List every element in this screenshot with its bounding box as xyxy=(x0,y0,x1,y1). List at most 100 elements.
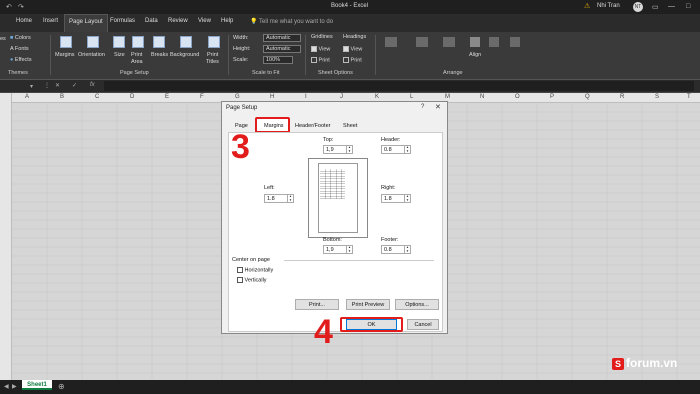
orientation-icon[interactable] xyxy=(87,36,99,48)
size-button[interactable]: Size xyxy=(114,52,125,58)
column-header[interactable]: O xyxy=(515,94,520,100)
column-header[interactable]: D xyxy=(130,94,134,100)
fonts-button[interactable]: A Fonts xyxy=(10,46,29,52)
breaks-icon[interactable] xyxy=(153,36,165,48)
ok-button[interactable]: OK xyxy=(346,319,397,330)
undo-icon[interactable]: ↶ xyxy=(6,3,12,11)
tab-formulas[interactable]: Formulas xyxy=(110,18,135,24)
tab-margins[interactable]: Margins xyxy=(255,117,290,133)
print-titles-line1[interactable]: Print xyxy=(207,52,218,58)
tab-page-layout[interactable]: Page Layout xyxy=(64,14,108,32)
column-header[interactable]: T xyxy=(687,94,691,100)
maximize-icon[interactable]: □ xyxy=(686,3,690,10)
print-preview-button[interactable]: Print Preview xyxy=(346,299,390,310)
close-icon[interactable]: ✕ xyxy=(435,103,441,111)
help-icon[interactable]: ? xyxy=(421,104,424,110)
column-header[interactable]: Q xyxy=(585,94,590,100)
colors-button[interactable]: ■ Colors xyxy=(10,35,31,41)
column-header[interactable]: A xyxy=(25,94,29,100)
scroll-left-icon[interactable]: ◀ xyxy=(4,383,9,390)
tell-me-search[interactable]: 💡 Tell me what you want to do xyxy=(250,18,333,25)
width-select[interactable]: Automatic xyxy=(263,34,301,42)
align-button[interactable]: Align xyxy=(469,52,481,58)
column-header[interactable]: P xyxy=(550,94,554,100)
column-header[interactable]: H xyxy=(270,94,274,100)
print-area-line1[interactable]: Print xyxy=(131,52,142,58)
new-sheet-icon[interactable]: ⊕ xyxy=(58,382,65,391)
spinner-arrows-icon[interactable]: ▲ ▼ xyxy=(346,245,352,253)
scroll-right-icon[interactable]: ▶ xyxy=(12,383,17,390)
ribbon-display-icon[interactable]: ▭ xyxy=(652,3,659,11)
column-header[interactable]: J xyxy=(340,94,343,100)
options-button[interactable]: Options... xyxy=(395,299,439,310)
spinner-arrows-icon[interactable]: ▲ ▼ xyxy=(404,145,410,153)
header-margin-input[interactable]: 0.8 ▲ ▼ xyxy=(381,145,411,154)
column-header[interactable]: S xyxy=(655,94,659,100)
minimize-icon[interactable]: — xyxy=(668,3,675,10)
effects-button[interactable]: ● Effects xyxy=(10,57,32,63)
column-header[interactable]: I xyxy=(305,94,307,100)
name-box-dropdown-icon[interactable]: ▾ xyxy=(30,83,33,90)
background-button[interactable]: Background xyxy=(170,52,199,58)
scale-input[interactable]: 100% xyxy=(263,56,293,64)
column-header[interactable]: N xyxy=(480,94,484,100)
tab-insert[interactable]: Insert xyxy=(43,18,58,24)
cancel-button[interactable]: Cancel xyxy=(407,319,439,330)
spinner-arrows-icon[interactable]: ▲ ▼ xyxy=(287,194,293,202)
tab-sheet[interactable]: Sheet xyxy=(343,123,357,129)
print-button[interactable]: Print... xyxy=(295,299,339,310)
right-margin-input[interactable]: 1.8 ▲ ▼ xyxy=(381,194,411,203)
column-header[interactable]: E xyxy=(165,94,169,100)
column-header[interactable]: C xyxy=(95,94,99,100)
enter-icon[interactable]: ✓ xyxy=(72,82,77,89)
insert-function-icon[interactable]: fx xyxy=(90,82,95,88)
formula-input[interactable] xyxy=(104,81,694,91)
user-name[interactable]: Nhi Tran xyxy=(597,3,620,9)
headings-print[interactable]: Print xyxy=(343,57,362,63)
background-icon[interactable] xyxy=(180,36,192,48)
orientation-button[interactable]: Orientation xyxy=(78,52,105,58)
top-margin-input[interactable]: 1,9 ▲ ▼ xyxy=(323,145,353,154)
tab-header-footer[interactable]: Header/Footer xyxy=(295,123,330,129)
tab-data[interactable]: Data xyxy=(145,18,158,24)
headings-view[interactable]: View xyxy=(343,46,362,52)
print-titles-icon[interactable] xyxy=(208,36,220,48)
horizontally-checkbox[interactable]: Horizontally xyxy=(237,267,273,273)
gridlines-print[interactable]: Print xyxy=(311,57,330,63)
sheet-tab-sheet1[interactable]: Sheet1 xyxy=(22,380,52,390)
spinner-arrows-icon[interactable]: ▲ ▼ xyxy=(346,145,352,153)
scale-label: Scale: xyxy=(233,57,249,63)
print-area-icon[interactable] xyxy=(132,36,144,48)
column-header[interactable]: L xyxy=(410,94,413,100)
tab-help[interactable]: Help xyxy=(221,18,233,24)
tab-view[interactable]: View xyxy=(198,18,211,24)
spinner-arrows-icon[interactable]: ▲ ▼ xyxy=(404,194,410,202)
themes-button[interactable]: es xyxy=(0,36,6,42)
column-header[interactable]: M xyxy=(445,94,450,100)
tab-review[interactable]: Review xyxy=(168,18,188,24)
height-select[interactable]: Automatic xyxy=(263,45,301,53)
bottom-margin-input[interactable]: 1,9 ▲ ▼ xyxy=(323,245,353,254)
column-header[interactable]: R xyxy=(620,94,624,100)
size-icon[interactable] xyxy=(113,36,125,48)
avatar[interactable]: NT xyxy=(633,2,643,12)
print-area-line2[interactable]: Area xyxy=(131,59,143,65)
print-titles-line2[interactable]: Titles xyxy=(206,59,219,65)
margins-icon[interactable] xyxy=(60,36,72,48)
tab-home[interactable]: Home xyxy=(16,18,32,24)
gridlines-view[interactable]: View xyxy=(311,46,330,52)
spinner-arrows-icon[interactable]: ▲ ▼ xyxy=(404,245,410,253)
margins-button[interactable]: Margins xyxy=(55,52,75,58)
redo-icon[interactable]: ↷ xyxy=(18,3,24,11)
column-header[interactable]: F xyxy=(200,94,204,100)
align-icon[interactable] xyxy=(470,37,480,47)
left-margin-input[interactable]: 1.8 ▲ ▼ xyxy=(264,194,294,203)
formula-bar: ▾ ⋮ ✕ ✓ fx xyxy=(0,80,700,93)
column-header[interactable]: G xyxy=(235,94,240,100)
breaks-button[interactable]: Breaks xyxy=(151,52,168,58)
footer-margin-input[interactable]: 0.8 ▲ ▼ xyxy=(381,245,411,254)
cancel-icon[interactable]: ✕ xyxy=(55,82,60,89)
column-header[interactable]: B xyxy=(60,94,64,100)
vertically-checkbox[interactable]: Vertically xyxy=(237,277,267,283)
column-header[interactable]: K xyxy=(375,94,379,100)
